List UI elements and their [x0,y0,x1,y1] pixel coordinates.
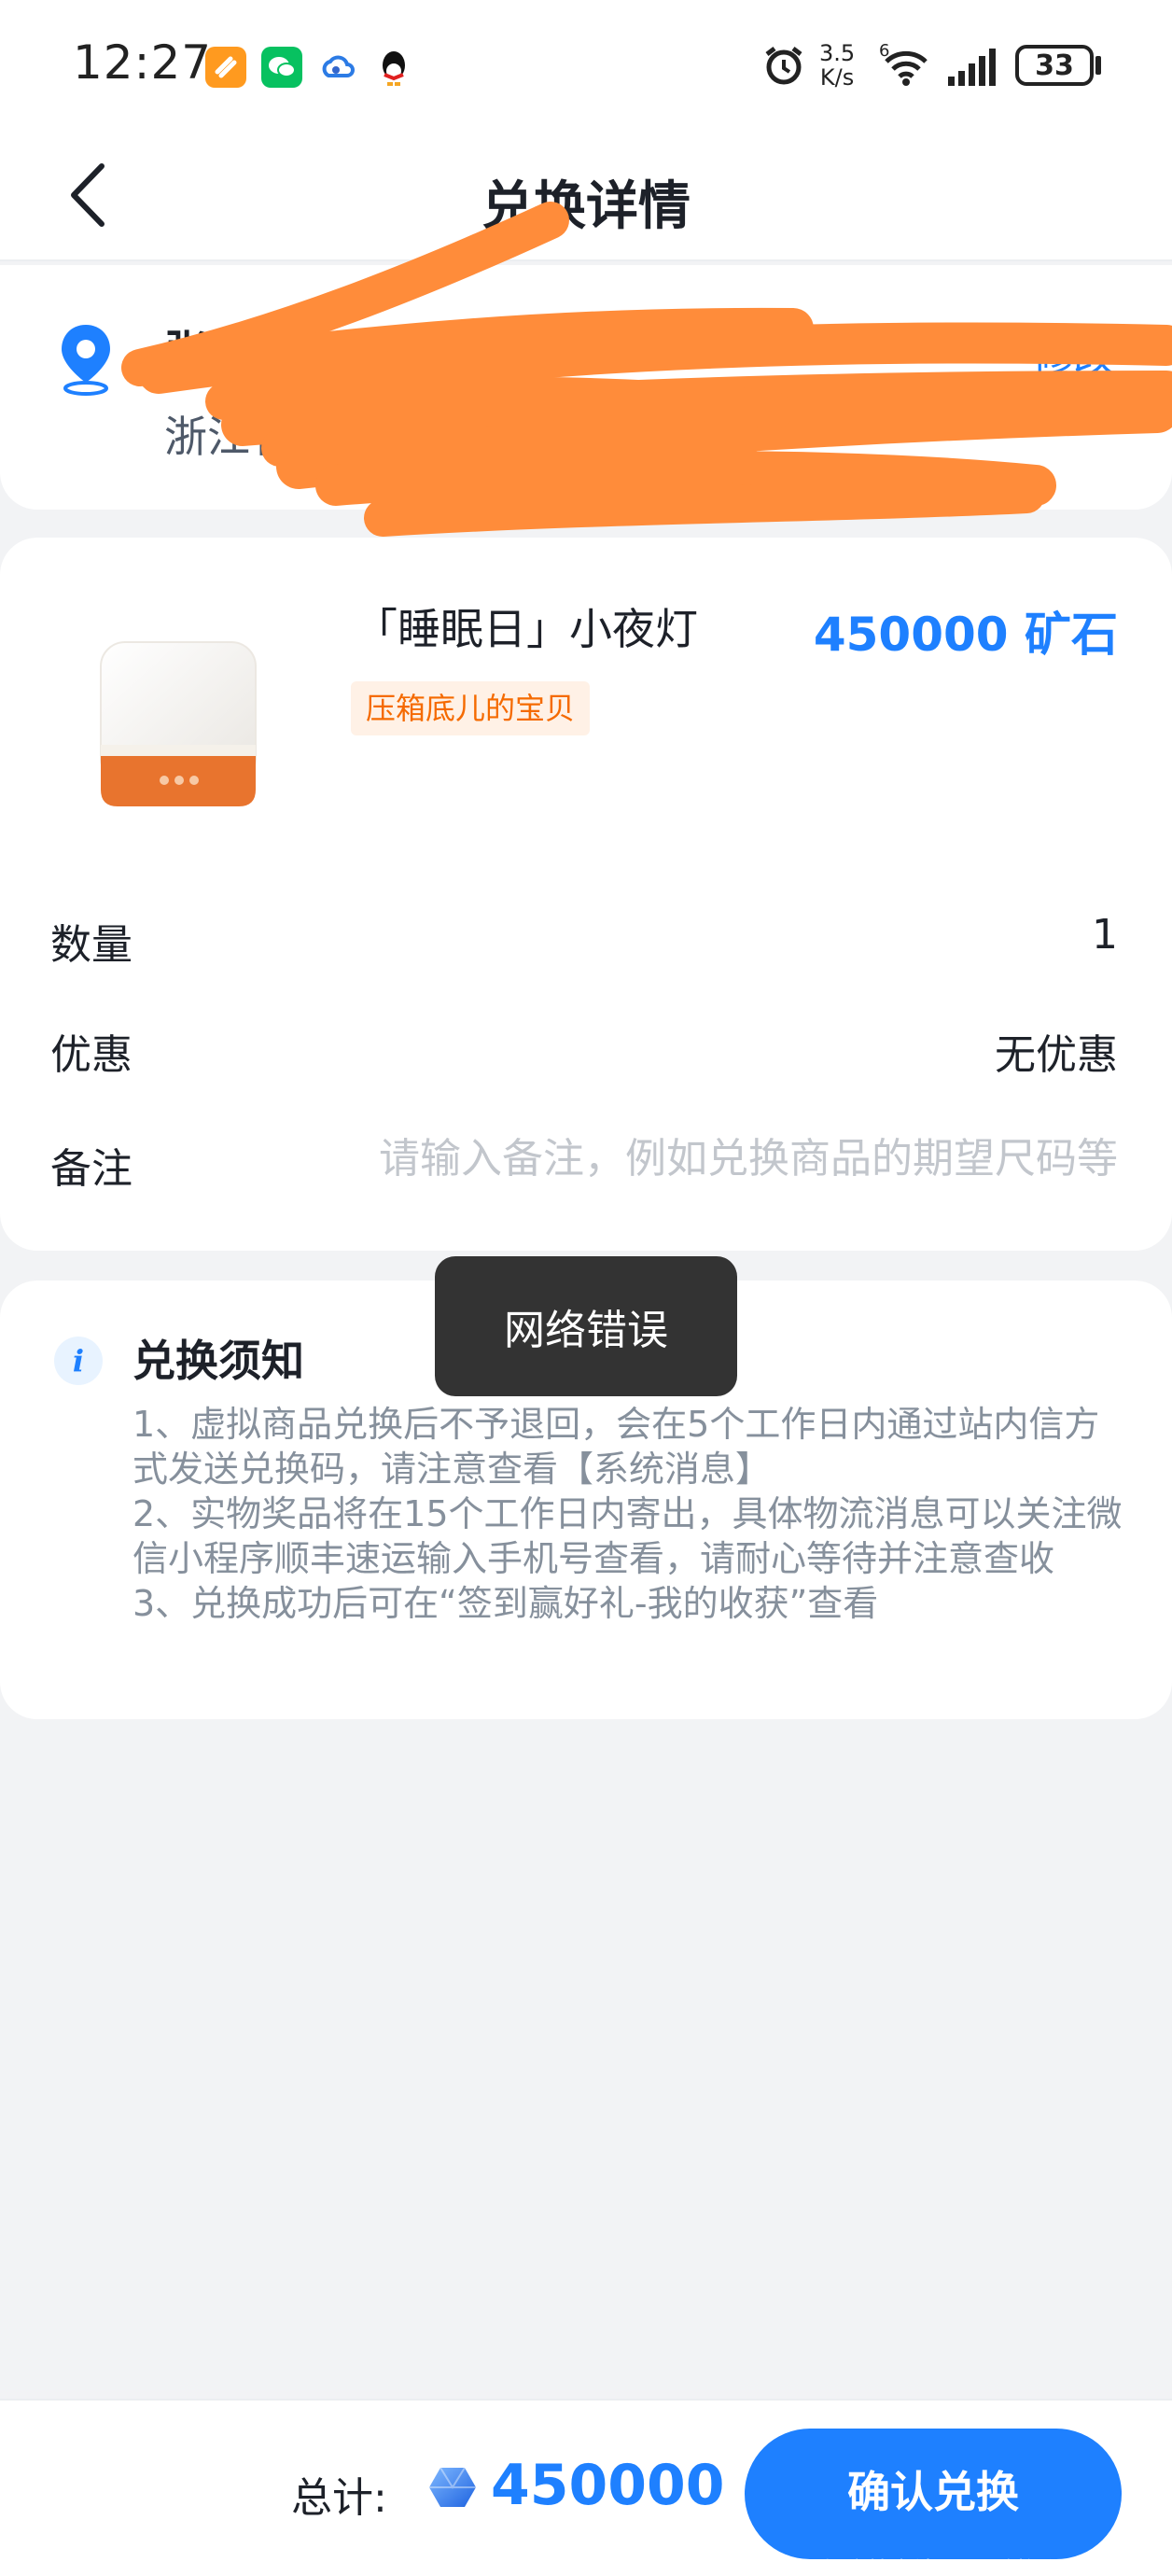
product-tag-badge: 压箱底儿的宝贝 [351,681,591,735]
ore-gem-icon [429,2467,476,2507]
notice-item: 2、实物奖品将在15个工作日内寄出，具体物流消息可以关注微信小程序顺丰速运输入手… [133,1493,1123,1579]
edit-address-link[interactable]: 修改 [1032,323,1114,383]
alarm-icon [761,43,806,91]
cloud-icon [317,47,358,88]
battery-tip [1095,56,1101,75]
location-pin-icon [62,325,110,396]
watermark: 掘金技术社区 @ 该换个名儿了 [823,2557,1129,2576]
quantity-label: 数量 [50,921,133,969]
notice-item: 1、虚拟商品兑换后不予退回，会在5个工作日内通过站内信方式发送兑换码，请注意查看… [133,1404,1100,1490]
remark-input[interactable] [308,1127,1118,1189]
address-card[interactable]: 张 8566332 浙江省杭州 修改 [0,265,1172,510]
net-speed-unit: K/s [819,64,855,91]
total-label: 总计: [291,2474,387,2522]
qq-icon [373,47,414,88]
recipient-phone: 8566332 [392,321,583,371]
notice-body: 1、虚拟商品兑换后不予退回，会在5个工作日内通过站内信方式发送兑换码，请注意查看… [133,1402,1131,1626]
remark-label: 备注 [50,1145,133,1193]
product-card: 「睡眠日」小夜灯 450000 矿石 压箱底儿的宝贝 数量 1 优惠 无优惠 备… [0,538,1172,1251]
notice-item: 3、兑换成功后可在“签到赢好礼-我的收获”查看 [133,1583,879,1624]
recipient-address: 浙江省杭州 [164,412,379,462]
status-time: 12:27 [73,35,213,90]
product-name: 「睡眠日」小夜灯 [355,604,698,654]
app-notification-icon [205,47,246,88]
net-speed: 3.5 K/s [819,41,855,90]
bottom-action-bar: 总计: 450000 确认兑换 [0,2399,1172,2576]
discount-label: 优惠 [50,1031,133,1079]
wifi-icon: 6 [879,41,933,91]
net-speed-value: 3.5 [819,40,856,66]
error-toast: 网络错误 [435,1256,737,1396]
total-value: 450000 [491,2453,725,2518]
status-bar: 12:27 3.5 K/s 6 33 [0,0,1172,131]
nav-header: 兑换详情 [0,131,1172,261]
info-icon: i [54,1337,103,1385]
confirm-exchange-button[interactable]: 确认兑换 [745,2429,1122,2559]
recipient-name: 张 [164,326,207,376]
signal-icon [946,47,998,91]
product-price: 450000 矿石 [813,608,1118,662]
quantity-value: 1 [1092,911,1118,959]
battery-icon: 33 [1015,45,1094,86]
notice-title: 兑换须知 [133,1336,304,1386]
night-light-product-image [100,641,257,806]
page-title: 兑换详情 [481,176,691,237]
discount-value[interactable]: 无优惠 [995,1021,1118,1081]
wechat-icon [261,47,302,88]
